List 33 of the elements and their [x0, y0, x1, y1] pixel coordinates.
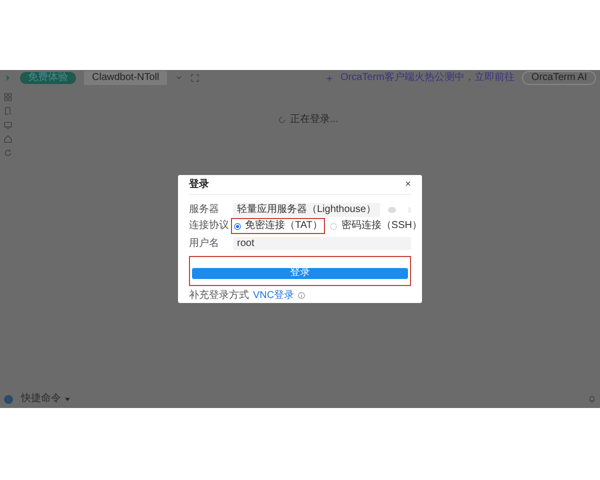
chevron-down-icon[interactable]	[175, 74, 184, 82]
radio-option[interactable]: 密码连接（SSH）	[327, 218, 425, 234]
loading-text: 正在登录...	[290, 115, 338, 125]
home-icon[interactable]	[4, 135, 12, 143]
field-label: 连接协议	[189, 221, 230, 232]
extra-login-label: 补充登录方式	[189, 290, 249, 301]
caret-icon	[65, 396, 70, 402]
field-label: 用户名	[189, 238, 220, 249]
tab[interactable]: Clawdbot-NToll	[84, 71, 168, 85]
vnc-login-link[interactable]: VNC登录	[253, 290, 294, 301]
close-button[interactable]: ×	[405, 180, 411, 190]
username-field[interactable]: root	[233, 237, 411, 250]
radio-option[interactable]: 免密连接（TAT）	[231, 218, 326, 234]
monitor-icon[interactable]	[4, 121, 12, 129]
refresh-icon[interactable]	[4, 149, 12, 157]
ai-button[interactable]: OrcaTerm AI	[522, 71, 596, 85]
blurred-address	[388, 206, 396, 213]
fullscreen-icon[interactable]	[191, 74, 200, 82]
file-search-icon[interactable]	[4, 107, 12, 115]
grid-icon[interactable]	[4, 93, 12, 101]
server-value: 轻量应用服务器（Lighthouse）	[233, 202, 380, 217]
logo-icon	[4, 74, 12, 82]
badge: 免费体验	[20, 72, 76, 84]
radio-icon	[330, 222, 338, 230]
dialog-title: 登录	[189, 180, 209, 190]
radio-icon	[234, 222, 241, 230]
spinner-icon[interactable]	[278, 116, 286, 124]
quick-commands-button[interactable]: 快捷命令	[21, 394, 70, 404]
bell-icon[interactable]	[588, 395, 596, 403]
sparkle-icon	[326, 74, 333, 82]
info-icon[interactable]	[298, 292, 306, 300]
avatar[interactable]	[4, 394, 13, 404]
field-label: 服务器	[189, 204, 220, 215]
